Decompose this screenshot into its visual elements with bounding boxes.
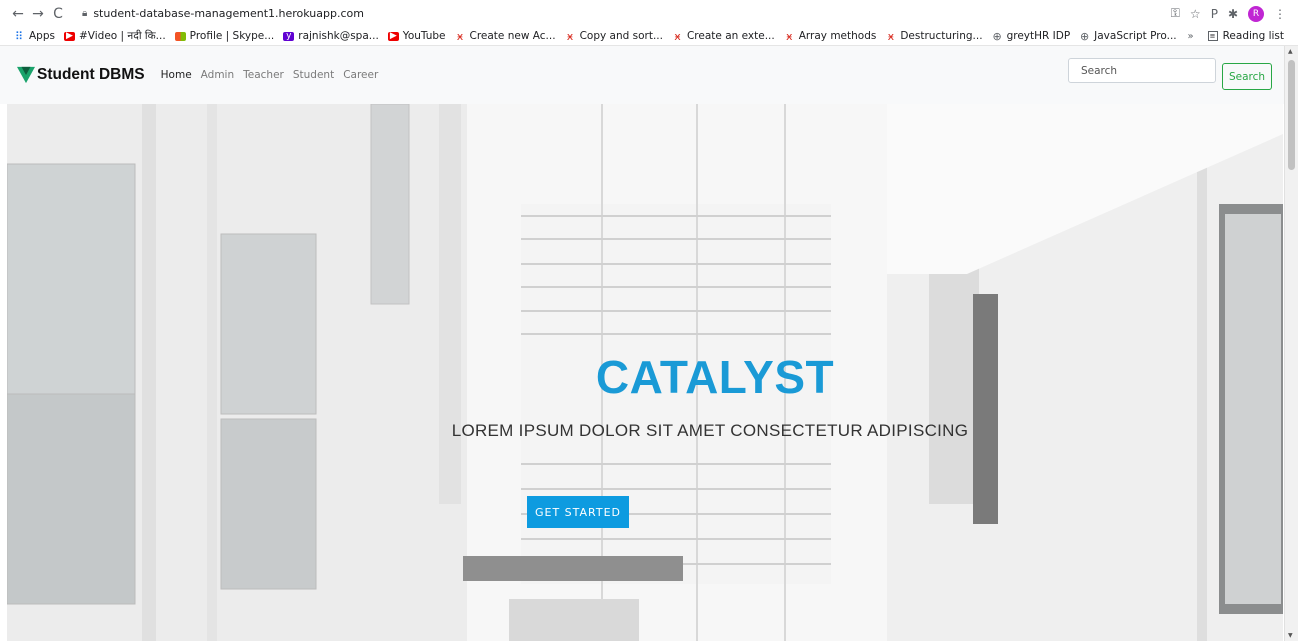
star-icon[interactable]: ☆ bbox=[1190, 7, 1201, 21]
globe-icon: ⊕ bbox=[992, 29, 1002, 43]
extension-p-icon[interactable]: P bbox=[1211, 7, 1218, 21]
bookmark-greythr[interactable]: ⊕ greytHR IDP bbox=[992, 29, 1070, 43]
page-scrollbar[interactable]: ▲ ▼ bbox=[1284, 46, 1298, 641]
logo-icon[interactable] bbox=[17, 66, 35, 84]
codewars-icon: ӿ bbox=[887, 29, 895, 43]
youtube-icon: ▶ bbox=[63, 31, 75, 41]
microsoft-icon bbox=[174, 31, 186, 41]
forward-arrow-icon[interactable]: → bbox=[28, 6, 48, 22]
bookmark-create-extension[interactable]: ӿ Create an exte... bbox=[672, 30, 775, 42]
hero-title: CATALYST bbox=[595, 351, 835, 403]
bookmark-skype[interactable]: Profile | Skype... bbox=[174, 30, 274, 42]
nav-link-home[interactable]: Home bbox=[161, 69, 192, 81]
reading-list-link[interactable]: Reading list bbox=[1223, 30, 1284, 42]
brand-name[interactable]: Student DBMS bbox=[37, 66, 145, 84]
browser-actions: ⚿ ☆ P ✱ R ⋮ bbox=[1171, 5, 1286, 22]
reading-list-icon: ≡ bbox=[1207, 31, 1218, 41]
hero-subtitle: LOREM IPSUM DOLOR SIT AMET CONSECTETUR A… bbox=[451, 421, 969, 440]
puzzle-icon[interactable]: ✱ bbox=[1228, 7, 1238, 21]
nav-link-student[interactable]: Student bbox=[293, 69, 334, 81]
apps-icon: ⠿ bbox=[14, 29, 24, 43]
scroll-down-icon[interactable]: ▼ bbox=[1288, 632, 1293, 639]
scroll-up-icon[interactable]: ▲ bbox=[1288, 48, 1293, 55]
address-bar[interactable]: 🔒︎ student-database-management1.herokuap… bbox=[82, 7, 364, 20]
search-input[interactable] bbox=[1068, 58, 1216, 83]
back-arrow-icon[interactable]: ← bbox=[8, 6, 28, 22]
browser-toolbar: ← → C 🔒︎ student-database-management1.he… bbox=[0, 0, 1298, 27]
codewars-icon: ӿ bbox=[674, 29, 681, 43]
bookmark-destructuring[interactable]: ӿ Destructuring... bbox=[885, 29, 983, 43]
bookmark-copy-sort[interactable]: ӿ Copy and sort... bbox=[565, 30, 663, 42]
hero-section: CATALYST LOREM IPSUM DOLOR SIT AMET CONS… bbox=[7, 104, 1283, 641]
bookmark-javascript[interactable]: ⊕ JavaScript Pro... bbox=[1079, 29, 1177, 43]
nav-link-admin[interactable]: Admin bbox=[201, 69, 234, 81]
codewars-icon: ӿ bbox=[785, 29, 793, 43]
nav-link-teacher[interactable]: Teacher bbox=[243, 69, 284, 81]
bookmarks-right: » ≡ Reading list bbox=[1187, 30, 1284, 42]
codewars-icon: ӿ bbox=[456, 29, 464, 43]
globe-icon: ⊕ bbox=[1080, 29, 1090, 43]
bookmarks-bar: ⠿ Apps ▶ #Video | नदी कि... Profile | Skyp… bbox=[0, 27, 1298, 46]
bookmark-array-methods[interactable]: ӿ Array methods bbox=[784, 29, 876, 43]
get-started-button[interactable]: GET STARTED bbox=[527, 496, 629, 528]
lock-icon: 🔒︎ bbox=[82, 8, 88, 19]
bookmark-video[interactable]: ▶ #Video | नदी कि... bbox=[63, 29, 166, 43]
search-button[interactable]: Search bbox=[1222, 63, 1272, 90]
bookmark-youtube[interactable]: ▶ YouTube bbox=[387, 30, 446, 42]
reload-icon[interactable]: C bbox=[48, 6, 68, 22]
profile-avatar[interactable]: R bbox=[1248, 5, 1264, 22]
yahoo-icon: y bbox=[283, 31, 295, 41]
codewars-icon: ӿ bbox=[566, 29, 574, 43]
nav-menu: Home Admin Teacher Student Career bbox=[161, 69, 379, 81]
bookmark-apps[interactable]: ⠿ Apps bbox=[13, 30, 55, 42]
more-bookmarks-icon[interactable]: » bbox=[1187, 31, 1193, 42]
nav-link-career[interactable]: Career bbox=[343, 69, 378, 81]
url-text[interactable]: student-database-management1.herokuapp.c… bbox=[93, 7, 364, 20]
kebab-menu-icon[interactable]: ⋮ bbox=[1274, 7, 1286, 21]
bookmark-yahoo[interactable]: y rajnishk@spa... bbox=[283, 30, 379, 42]
scrollbar-thumb[interactable] bbox=[1288, 60, 1295, 170]
site-navbar: Student DBMS Home Admin Teacher Student … bbox=[0, 46, 1284, 104]
bookmark-create-account[interactable]: ӿ Create new Ac... bbox=[455, 30, 556, 42]
youtube-icon: ▶ bbox=[387, 31, 399, 41]
key-icon[interactable]: ⚿ bbox=[1171, 6, 1180, 21]
